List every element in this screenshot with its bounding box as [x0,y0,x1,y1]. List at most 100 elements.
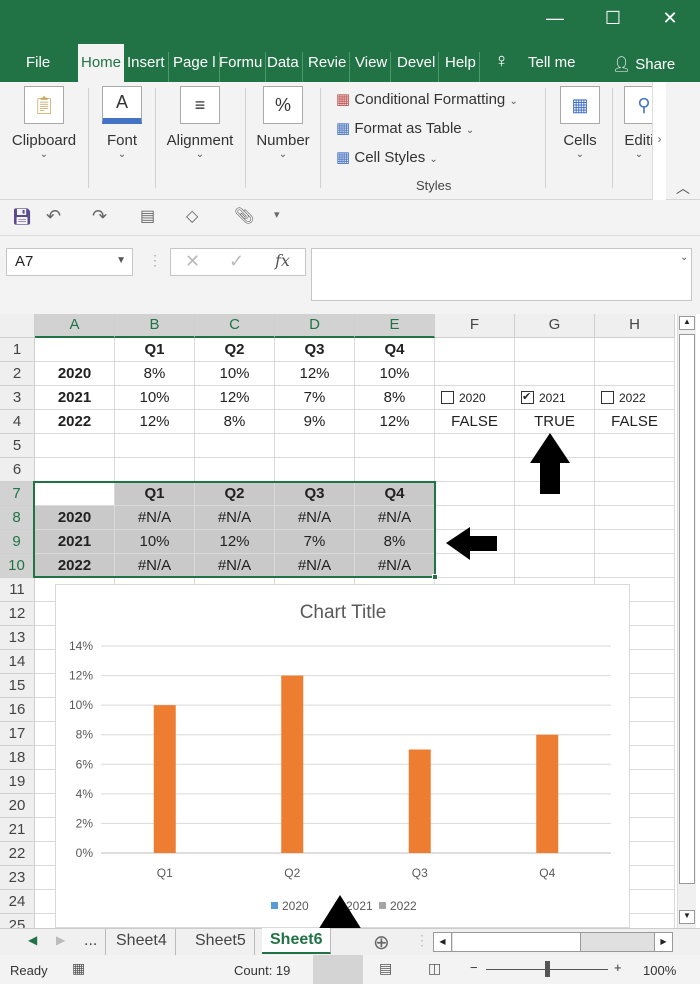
column-header-e[interactable]: E [355,314,435,338]
more-sheets-button[interactable]: ... [76,929,107,955]
cell-h9[interactable] [595,530,675,554]
redo-icon[interactable]: ↷ [92,206,107,227]
zoom-level[interactable]: 100% [643,963,676,978]
cell-d1[interactable]: Q3 [275,338,355,362]
cell-f2[interactable] [435,362,515,386]
cell-a4[interactable]: 2022 [35,410,115,434]
cell-b2[interactable]: 8% [115,362,195,386]
cell-d9[interactable]: 7% [275,530,355,554]
fill-handle[interactable] [432,574,438,580]
cell-h5[interactable] [595,434,675,458]
cell-a6[interactable] [35,458,115,482]
cell-d2[interactable]: 12% [275,362,355,386]
alignment-group[interactable]: ≡ Alignment ⌄ [164,86,236,160]
editing-group[interactable]: ⚲ Editi ⌄ [624,86,654,160]
row-header[interactable]: 6 [0,458,35,482]
tab-data[interactable]: Data [264,52,303,82]
row-header[interactable]: 22 [0,842,35,866]
cell-f9[interactable] [435,530,515,554]
scroll-down-icon[interactable]: ▼ [679,910,695,924]
cell-g5[interactable] [515,434,595,458]
row-header[interactable]: 17 [0,722,35,746]
scroll-up-icon[interactable]: ▲ [679,316,695,330]
expand-formula-icon[interactable]: ⌄ [680,252,688,263]
row-header[interactable]: 21 [0,818,35,842]
cell-d5[interactable] [275,434,355,458]
row-header[interactable]: 11 [0,578,35,602]
sheet-tab[interactable]: Sheet4 [108,929,176,955]
vertical-scrollbar[interactable]: ▲ ▼ [677,314,696,928]
font-group[interactable]: A Font ⌄ [100,86,144,160]
cell-h3[interactable]: 2022 [595,386,675,410]
cell-d8[interactable]: #N/A [275,506,355,530]
cell-g2[interactable] [515,362,595,386]
minimize-button[interactable]: — [540,8,570,29]
cell-f7[interactable] [435,482,515,506]
cell-e6[interactable] [355,458,435,482]
cell-b8[interactable]: #N/A [115,506,195,530]
cell-b6[interactable] [115,458,195,482]
ribbon-scroll-right[interactable]: › [652,82,666,200]
row-header[interactable]: 19 [0,770,35,794]
conditional-formatting-button[interactable]: ▦ Conditional Formatting ⌄ [336,90,518,108]
undo-icon[interactable]: ↶ [46,206,61,227]
cell-g6[interactable] [515,458,595,482]
tab-devel[interactable]: Devel [394,52,440,82]
cancel-icon[interactable]: ✕ [185,251,200,272]
cell-h7[interactable] [595,482,675,506]
cell-c4[interactable]: 8% [195,410,275,434]
row-header[interactable]: 12 [0,602,35,626]
form-icon[interactable]: ▤ [140,206,155,226]
maximize-button[interactable]: ☐ [598,8,628,29]
sheet-tab[interactable]: Sheet5 [187,929,255,955]
row-header[interactable]: 14 [0,650,35,674]
cell-h10[interactable] [595,554,675,578]
scroll-right-icon[interactable]: ▶ [654,933,672,951]
cell-a5[interactable] [35,434,115,458]
row-header[interactable]: 24 [0,890,35,914]
customize-qat-icon[interactable]: ▾ [274,208,280,221]
checkbox-2022[interactable] [601,390,614,404]
page-break-icon[interactable]: ◫ [428,960,441,977]
cell-a2[interactable]: 2020 [35,362,115,386]
insert-function-icon[interactable]: fx [275,251,290,270]
cell-h2[interactable] [595,362,675,386]
row-header[interactable]: 8 [0,506,35,530]
cell-c5[interactable] [195,434,275,458]
cell-d6[interactable] [275,458,355,482]
row-header[interactable]: 13 [0,626,35,650]
cell-a7[interactable] [35,482,115,506]
formula-input[interactable] [311,248,692,301]
cell-a8[interactable]: 2020 [35,506,115,530]
checkbox-2021[interactable]: ✔ [521,390,534,404]
horizontal-scroll-thumb[interactable] [453,933,581,951]
close-button[interactable]: ✕ [655,8,685,29]
scroll-left-icon[interactable]: ◀ [434,933,452,951]
save-icon[interactable]: 💾︎ [12,207,32,227]
scroll-tabs-right-icon[interactable]: ▶ [56,933,65,947]
cell-d4[interactable]: 9% [275,410,355,434]
tell-me-search[interactable]: Tell me [528,54,576,71]
row-header[interactable]: 1 [0,338,35,362]
column-header-a[interactable]: A [35,314,115,338]
cell-g10[interactable] [515,554,595,578]
row-header[interactable]: 20 [0,794,35,818]
cell-f10[interactable] [435,554,515,578]
cell-c7[interactable]: Q2 [195,482,275,506]
column-header-h[interactable]: H [595,314,675,338]
cell-g3[interactable]: ✔ 2021 [515,386,595,410]
cell-e2[interactable]: 10% [355,362,435,386]
vertical-scroll-thumb[interactable] [679,334,695,884]
cell-e7[interactable]: Q4 [355,482,435,506]
attach-icon[interactable]: 📎︎ [234,206,254,226]
horizontal-scrollbar[interactable]: ◀ ▶ [433,932,673,952]
row-header[interactable]: 18 [0,746,35,770]
cell-c10[interactable]: #N/A [195,554,275,578]
enter-icon[interactable]: ✓ [229,251,244,272]
chart[interactable]: Chart Title 0% 2% 4% 6% 8% 10% 12% 14% Q1 Q2 Q3 Q4 20… [55,584,630,928]
row-header[interactable]: 16 [0,698,35,722]
accessibility-icon[interactable]: ▦ [72,960,85,977]
cell-c2[interactable]: 10% [195,362,275,386]
row-header[interactable]: 7 [0,482,35,506]
zoom-slider-thumb[interactable] [545,961,550,977]
